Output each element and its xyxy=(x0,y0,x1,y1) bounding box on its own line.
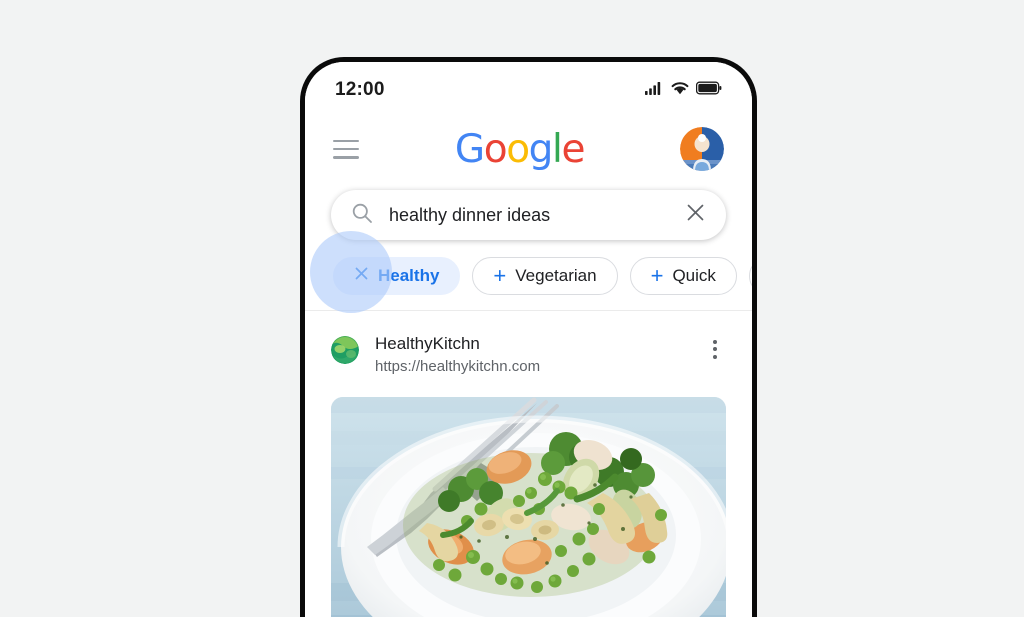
result-site-name[interactable]: HealthyKitchn xyxy=(375,333,704,356)
filter-chip-truncated[interactable]: + F xyxy=(748,257,752,295)
cellular-signal-icon xyxy=(645,81,664,100)
kebab-menu-icon[interactable] xyxy=(704,336,726,362)
close-icon[interactable] xyxy=(685,202,706,228)
result-url[interactable]: https://healthykitchn.com xyxy=(375,357,704,377)
search-input[interactable]: healthy dinner ideas xyxy=(389,205,685,226)
google-logo: Google xyxy=(454,126,586,172)
status-time: 12:00 xyxy=(335,79,385,100)
status-bar-icons xyxy=(645,81,722,100)
plus-icon: + xyxy=(650,263,664,288)
filter-chips-row: Healthy + Vegetarian + Quick + F xyxy=(305,231,752,313)
status-bar: 12:00 xyxy=(305,62,752,112)
user-avatar[interactable] xyxy=(679,127,724,171)
app-bar: Google xyxy=(305,112,752,186)
result-meta: HealthyKitchn https://healthykitchn.com xyxy=(375,333,704,377)
close-icon xyxy=(354,266,369,286)
plus-icon: + xyxy=(493,263,507,288)
wifi-icon xyxy=(671,81,689,100)
filter-chip-label: Healthy xyxy=(378,266,440,285)
phone-device-frame: 12:00 Google healthy dinner ideas Health… xyxy=(300,57,757,617)
filter-chip-label: Vegetarian xyxy=(515,266,597,285)
hamburger-menu-icon[interactable] xyxy=(333,139,359,159)
battery-icon xyxy=(695,81,722,100)
result-image[interactable] xyxy=(331,397,726,617)
search-result-header: HealthyKitchn https://healthykitchn.com xyxy=(305,311,752,377)
filter-chip-vegetarian[interactable]: + Vegetarian xyxy=(472,257,618,295)
filter-chip-healthy[interactable]: Healthy xyxy=(333,257,461,295)
search-icon xyxy=(351,202,373,229)
filter-chip-label: Quick xyxy=(672,266,716,285)
search-bar[interactable]: healthy dinner ideas xyxy=(331,190,726,240)
filter-chip-quick[interactable]: + Quick xyxy=(629,257,737,295)
phone-screen: 12:00 Google healthy dinner ideas Health… xyxy=(305,62,752,617)
healthykitchn-favicon xyxy=(331,336,359,364)
search-bar-container: healthy dinner ideas xyxy=(305,186,752,240)
